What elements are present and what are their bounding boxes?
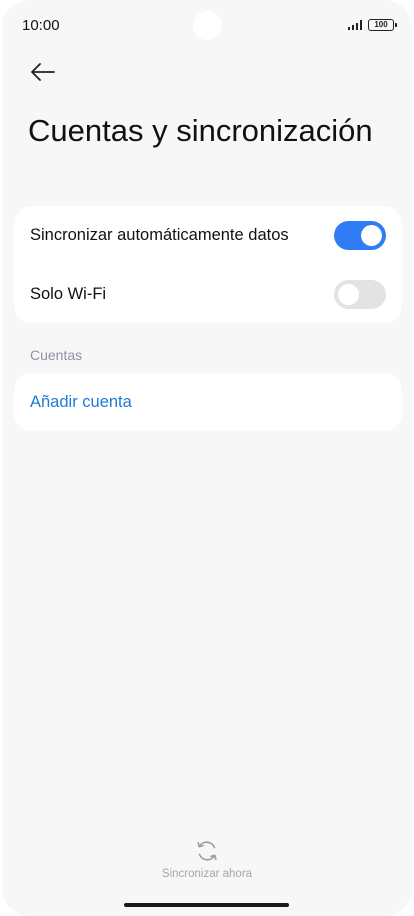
arrow-left-icon: [31, 63, 55, 81]
page-title: Cuentas y sincronización: [28, 113, 373, 148]
back-button[interactable]: [26, 58, 60, 86]
sync-now-label: Sincronizar ahora: [161, 868, 253, 880]
wifi-only-toggle[interactable]: [334, 279, 386, 309]
auto-sync-label: Sincronizar automáticamente datos: [30, 225, 289, 244]
wifi-only-label: Solo Wi-Fi: [30, 284, 107, 303]
home-indicator[interactable]: [124, 903, 289, 907]
add-account-button[interactable]: Añadir cuenta: [30, 373, 132, 431]
refresh-icon: [197, 841, 217, 861]
auto-sync-row[interactable]: Sincronizar automáticamente datos: [14, 206, 402, 264]
battery-icon: 100: [368, 19, 397, 31]
status-time: 10:00: [22, 17, 60, 34]
front-camera: [193, 11, 222, 40]
status-icons: 100: [347, 19, 397, 31]
status-bar: 10:00 100: [2, 0, 412, 52]
toggle-knob: [361, 224, 382, 246]
accounts-card: Añadir cuenta: [14, 373, 402, 431]
sync-settings-card: Sincronizar automáticamente datos Solo W…: [14, 206, 402, 323]
screen: 10:00 100 Cuentas y sincronización Sincr…: [2, 0, 412, 916]
wifi-only-row[interactable]: Solo Wi-Fi: [14, 265, 402, 323]
accounts-section-header: Cuentas: [30, 347, 83, 363]
toggle-knob: [338, 283, 359, 305]
auto-sync-toggle[interactable]: [334, 220, 386, 250]
signal-icon: [347, 20, 362, 30]
sync-now-button[interactable]: Sincronizar ahora: [2, 838, 412, 880]
battery-level: 100: [374, 20, 388, 29]
